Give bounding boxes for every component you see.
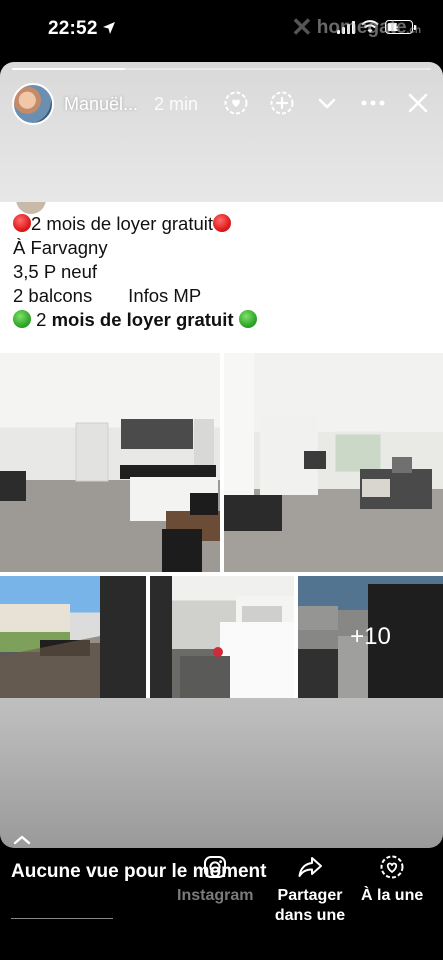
add-circle-icon xyxy=(270,91,294,115)
kitchen-illustration xyxy=(0,419,220,572)
more-photos-count: +10 xyxy=(298,576,443,698)
post-line-3: 3,5 P neuf xyxy=(13,261,98,282)
more-button[interactable] xyxy=(360,90,386,116)
watermark-tld: .ch xyxy=(406,24,421,36)
watermark-logo-icon: ✕ xyxy=(291,12,313,42)
status-bar: 22:52 5 ✕ homegate.ch xyxy=(0,0,443,60)
instagram-label: Instagram xyxy=(177,887,254,904)
post-line-4: 2 balcons Infos MP xyxy=(13,285,202,306)
story-viewer[interactable]: Manuël... 2 min 2 mois de loyer gratuit … xyxy=(0,62,443,848)
story-author[interactable]: Manuël... xyxy=(64,94,138,115)
status-time: 22:52 xyxy=(48,18,98,39)
instagram-icon xyxy=(204,856,227,878)
photo-balcony-2[interactable] xyxy=(150,576,294,698)
living-room-illustration xyxy=(224,353,432,531)
green-circle-icon xyxy=(238,310,257,328)
post-line-1: 2 mois de loyer gratuit xyxy=(13,212,257,236)
post-line-1-text: 2 mois de loyer gratuit xyxy=(31,213,214,234)
photo-kitchen[interactable] xyxy=(0,353,220,572)
balcony-1-illustration xyxy=(0,576,146,698)
post-line-5-prefix: 2 xyxy=(36,309,52,330)
red-circle-icon xyxy=(13,214,31,232)
post-text: 2 mois de loyer gratuit À Farvagny 3,5 P… xyxy=(13,212,257,332)
story-time: 2 min xyxy=(154,93,199,114)
photo-balcony-1[interactable] xyxy=(0,576,146,698)
expand-button[interactable] xyxy=(314,90,340,116)
red-circle-icon xyxy=(213,214,232,232)
photo-living-room[interactable] xyxy=(224,353,443,572)
share-label: Partager dans une xyxy=(274,887,346,924)
story-header: Manuël... 2 min xyxy=(12,82,431,126)
balcony-2-illustration xyxy=(150,576,294,698)
share-icon xyxy=(298,857,322,877)
swipe-up-chevron-icon[interactable] xyxy=(12,834,32,846)
green-circle-icon xyxy=(13,310,31,328)
avatar[interactable] xyxy=(12,83,54,125)
share-button[interactable]: Partager dans une xyxy=(273,854,347,926)
location-arrow-icon xyxy=(103,22,115,34)
highlight-button[interactable]: À la une xyxy=(361,854,423,906)
story-circle-icon xyxy=(224,91,248,115)
chevron-down-icon xyxy=(318,98,336,109)
close-button[interactable] xyxy=(405,90,431,116)
post-line-5: 2 mois de loyer gratuit xyxy=(13,308,257,332)
highlight-label: À la une xyxy=(361,887,424,904)
story-progress-bar xyxy=(12,68,431,70)
post-line-5-bold: mois de loyer gratuit xyxy=(51,309,234,330)
post-line-2: À Farvagny xyxy=(13,237,108,258)
shared-post[interactable]: 2 mois de loyer gratuit À Farvagny 3,5 P… xyxy=(0,202,443,698)
story-progress-fill xyxy=(12,68,126,70)
no-views-underline xyxy=(11,918,113,919)
post-header-cutoff xyxy=(16,202,46,214)
more-icon xyxy=(361,100,385,106)
instagram-button[interactable]: Instagram xyxy=(177,854,253,906)
highlight-heart-icon xyxy=(380,855,404,879)
watermark-brand: homegate xyxy=(316,16,407,38)
add-button[interactable] xyxy=(269,90,295,116)
watermark: ✕ homegate.ch xyxy=(291,12,421,43)
photo-more[interactable]: +10 xyxy=(298,576,443,698)
story-bottom-bar: Aucune vue pour le moment Instagram Part… xyxy=(0,848,443,960)
story-circle-button[interactable] xyxy=(223,90,249,116)
close-icon xyxy=(408,93,428,113)
